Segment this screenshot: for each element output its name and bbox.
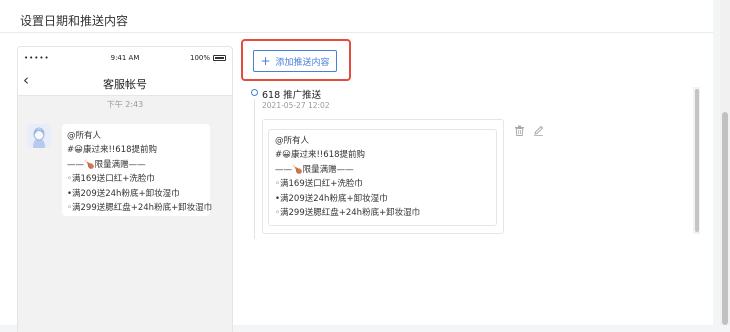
message-bubble: @所有人 #😀康过来!!618提前购 ——🍗限量满赠—— ◦满169送口红+洗脸… [62,124,213,216]
message-line: ——🍗限量满赠—— [67,159,146,170]
push-message-line: ◦满169送口红+洗脸巾 [275,179,363,190]
trash-icon[interactable] [514,121,525,136]
push-message-line: ——🍗限量满赠—— [275,164,354,175]
battery-percent: 100% [189,54,210,62]
phone-nav-title: 客服帐号 [103,78,147,91]
push-message-line: #😀康过来!!618提前购 [275,150,366,161]
pencil-icon[interactable] [533,121,544,136]
phone-preview: ••••• 9:41 AM 100% ‹ 客服帐号 下午 2:43 @所有人 #… [17,46,233,332]
phone-status-bar: ••••• 9:41 AM 100% [18,47,232,69]
plus-icon: + [260,54,271,68]
push-date: 2021-05-27 12:02 [262,101,330,110]
push-message-line: •满209送24h粉底+卸妆湿巾 [275,193,388,204]
message-line: ◦满169送口红+洗脸巾 [67,174,155,185]
timeline-dot [251,89,258,96]
avatar-icon [27,124,51,148]
message-line: @所有人 [67,131,102,141]
page-scrollbar-thumb[interactable] [722,112,728,325]
push-list-scrollbar-thumb[interactable] [695,89,699,232]
section-title: 设置日期和推送内容 [20,14,129,28]
push-message-line: ◦满299送腮红盘+24h粉底+卸妆湿巾 [275,208,421,219]
battery-icon [213,55,226,61]
avatar [27,124,51,148]
message-line: #😀康过来!!618提前购 [67,145,158,156]
push-message-preview: @所有人 #😀康过来!!618提前购 ——🍗限量满赠—— ◦满169送口红+洗脸… [268,129,497,226]
add-push-content-button[interactable]: + 添加推送内容 [253,50,337,72]
message-line: •满209送24h粉底+卸妆湿巾 [67,188,180,199]
message-line: ◦满299送腮红盘+24h粉底+卸妆湿巾 [67,203,213,214]
chat-timestamp: 下午 2:43 [106,100,144,109]
timeline-line [254,99,255,239]
add-push-content-label: 添加推送内容 [275,57,330,68]
push-message-line: @所有人 [275,136,310,146]
title-divider [0,32,713,33]
push-title: 618 推广推送 [262,90,322,101]
phone-nav-bar: ‹ 客服帐号 [18,69,232,96]
